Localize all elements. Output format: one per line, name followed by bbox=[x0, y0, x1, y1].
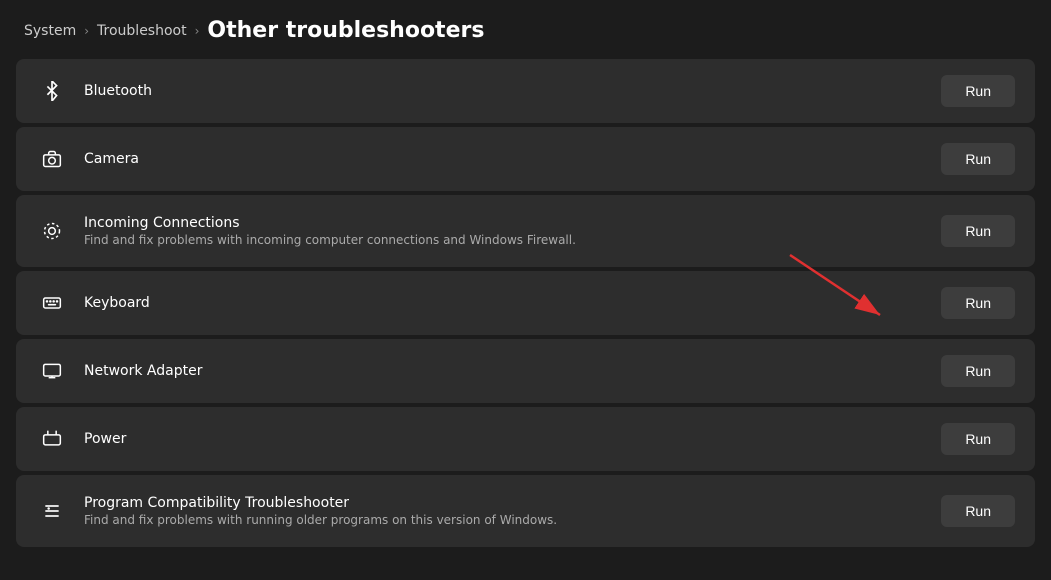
item-text-program-compatibility: Program Compatibility Troubleshooter Fin… bbox=[84, 495, 925, 527]
troubleshooter-item-bluetooth: Bluetooth Run bbox=[16, 59, 1035, 123]
item-text-camera: Camera bbox=[84, 151, 925, 167]
item-title-program-compatibility: Program Compatibility Troubleshooter bbox=[84, 495, 925, 511]
item-text-power: Power bbox=[84, 431, 925, 447]
item-title-network-adapter: Network Adapter bbox=[84, 363, 925, 379]
run-button-network-adapter[interactable]: Run bbox=[941, 355, 1015, 387]
troubleshooter-list: Bluetooth Run Camera Run Incoming Connec… bbox=[0, 59, 1051, 580]
program-icon bbox=[36, 495, 68, 527]
item-text-network-adapter: Network Adapter bbox=[84, 363, 925, 379]
incoming-icon bbox=[36, 215, 68, 247]
run-button-bluetooth[interactable]: Run bbox=[941, 75, 1015, 107]
run-button-program-compatibility[interactable]: Run bbox=[941, 495, 1015, 527]
power-icon bbox=[36, 423, 68, 455]
troubleshooter-item-network-adapter: Network Adapter Run bbox=[16, 339, 1035, 403]
bluetooth-icon bbox=[36, 75, 68, 107]
troubleshooter-item-keyboard: Keyboard Run bbox=[16, 271, 1035, 335]
breadcrumb-system[interactable]: System bbox=[24, 23, 76, 39]
page-title: Other troubleshooters bbox=[207, 18, 484, 43]
item-title-bluetooth: Bluetooth bbox=[84, 83, 925, 99]
network-icon bbox=[36, 355, 68, 387]
item-desc-program-compatibility: Find and fix problems with running older… bbox=[84, 513, 925, 527]
keyboard-icon bbox=[36, 287, 68, 319]
troubleshooter-item-power: Power Run bbox=[16, 407, 1035, 471]
troubleshooter-item-program-compatibility: Program Compatibility Troubleshooter Fin… bbox=[16, 475, 1035, 547]
item-text-bluetooth: Bluetooth bbox=[84, 83, 925, 99]
item-text-keyboard: Keyboard bbox=[84, 295, 925, 311]
item-title-power: Power bbox=[84, 431, 925, 447]
run-button-keyboard[interactable]: Run bbox=[941, 287, 1015, 319]
item-title-camera: Camera bbox=[84, 151, 925, 167]
item-text-incoming-connections: Incoming Connections Find and fix proble… bbox=[84, 215, 925, 247]
camera-icon bbox=[36, 143, 68, 175]
item-desc-incoming-connections: Find and fix problems with incoming comp… bbox=[84, 233, 925, 247]
run-button-camera[interactable]: Run bbox=[941, 143, 1015, 175]
breadcrumb-troubleshoot[interactable]: Troubleshoot bbox=[97, 23, 187, 39]
run-button-incoming-connections[interactable]: Run bbox=[941, 215, 1015, 247]
breadcrumb: System › Troubleshoot › Other troublesho… bbox=[0, 0, 1051, 59]
breadcrumb-sep-2: › bbox=[195, 24, 200, 38]
troubleshooter-item-camera: Camera Run bbox=[16, 127, 1035, 191]
run-button-power[interactable]: Run bbox=[941, 423, 1015, 455]
item-title-keyboard: Keyboard bbox=[84, 295, 925, 311]
breadcrumb-sep-1: › bbox=[84, 24, 89, 38]
item-title-incoming-connections: Incoming Connections bbox=[84, 215, 925, 231]
troubleshooter-item-incoming-connections: Incoming Connections Find and fix proble… bbox=[16, 195, 1035, 267]
